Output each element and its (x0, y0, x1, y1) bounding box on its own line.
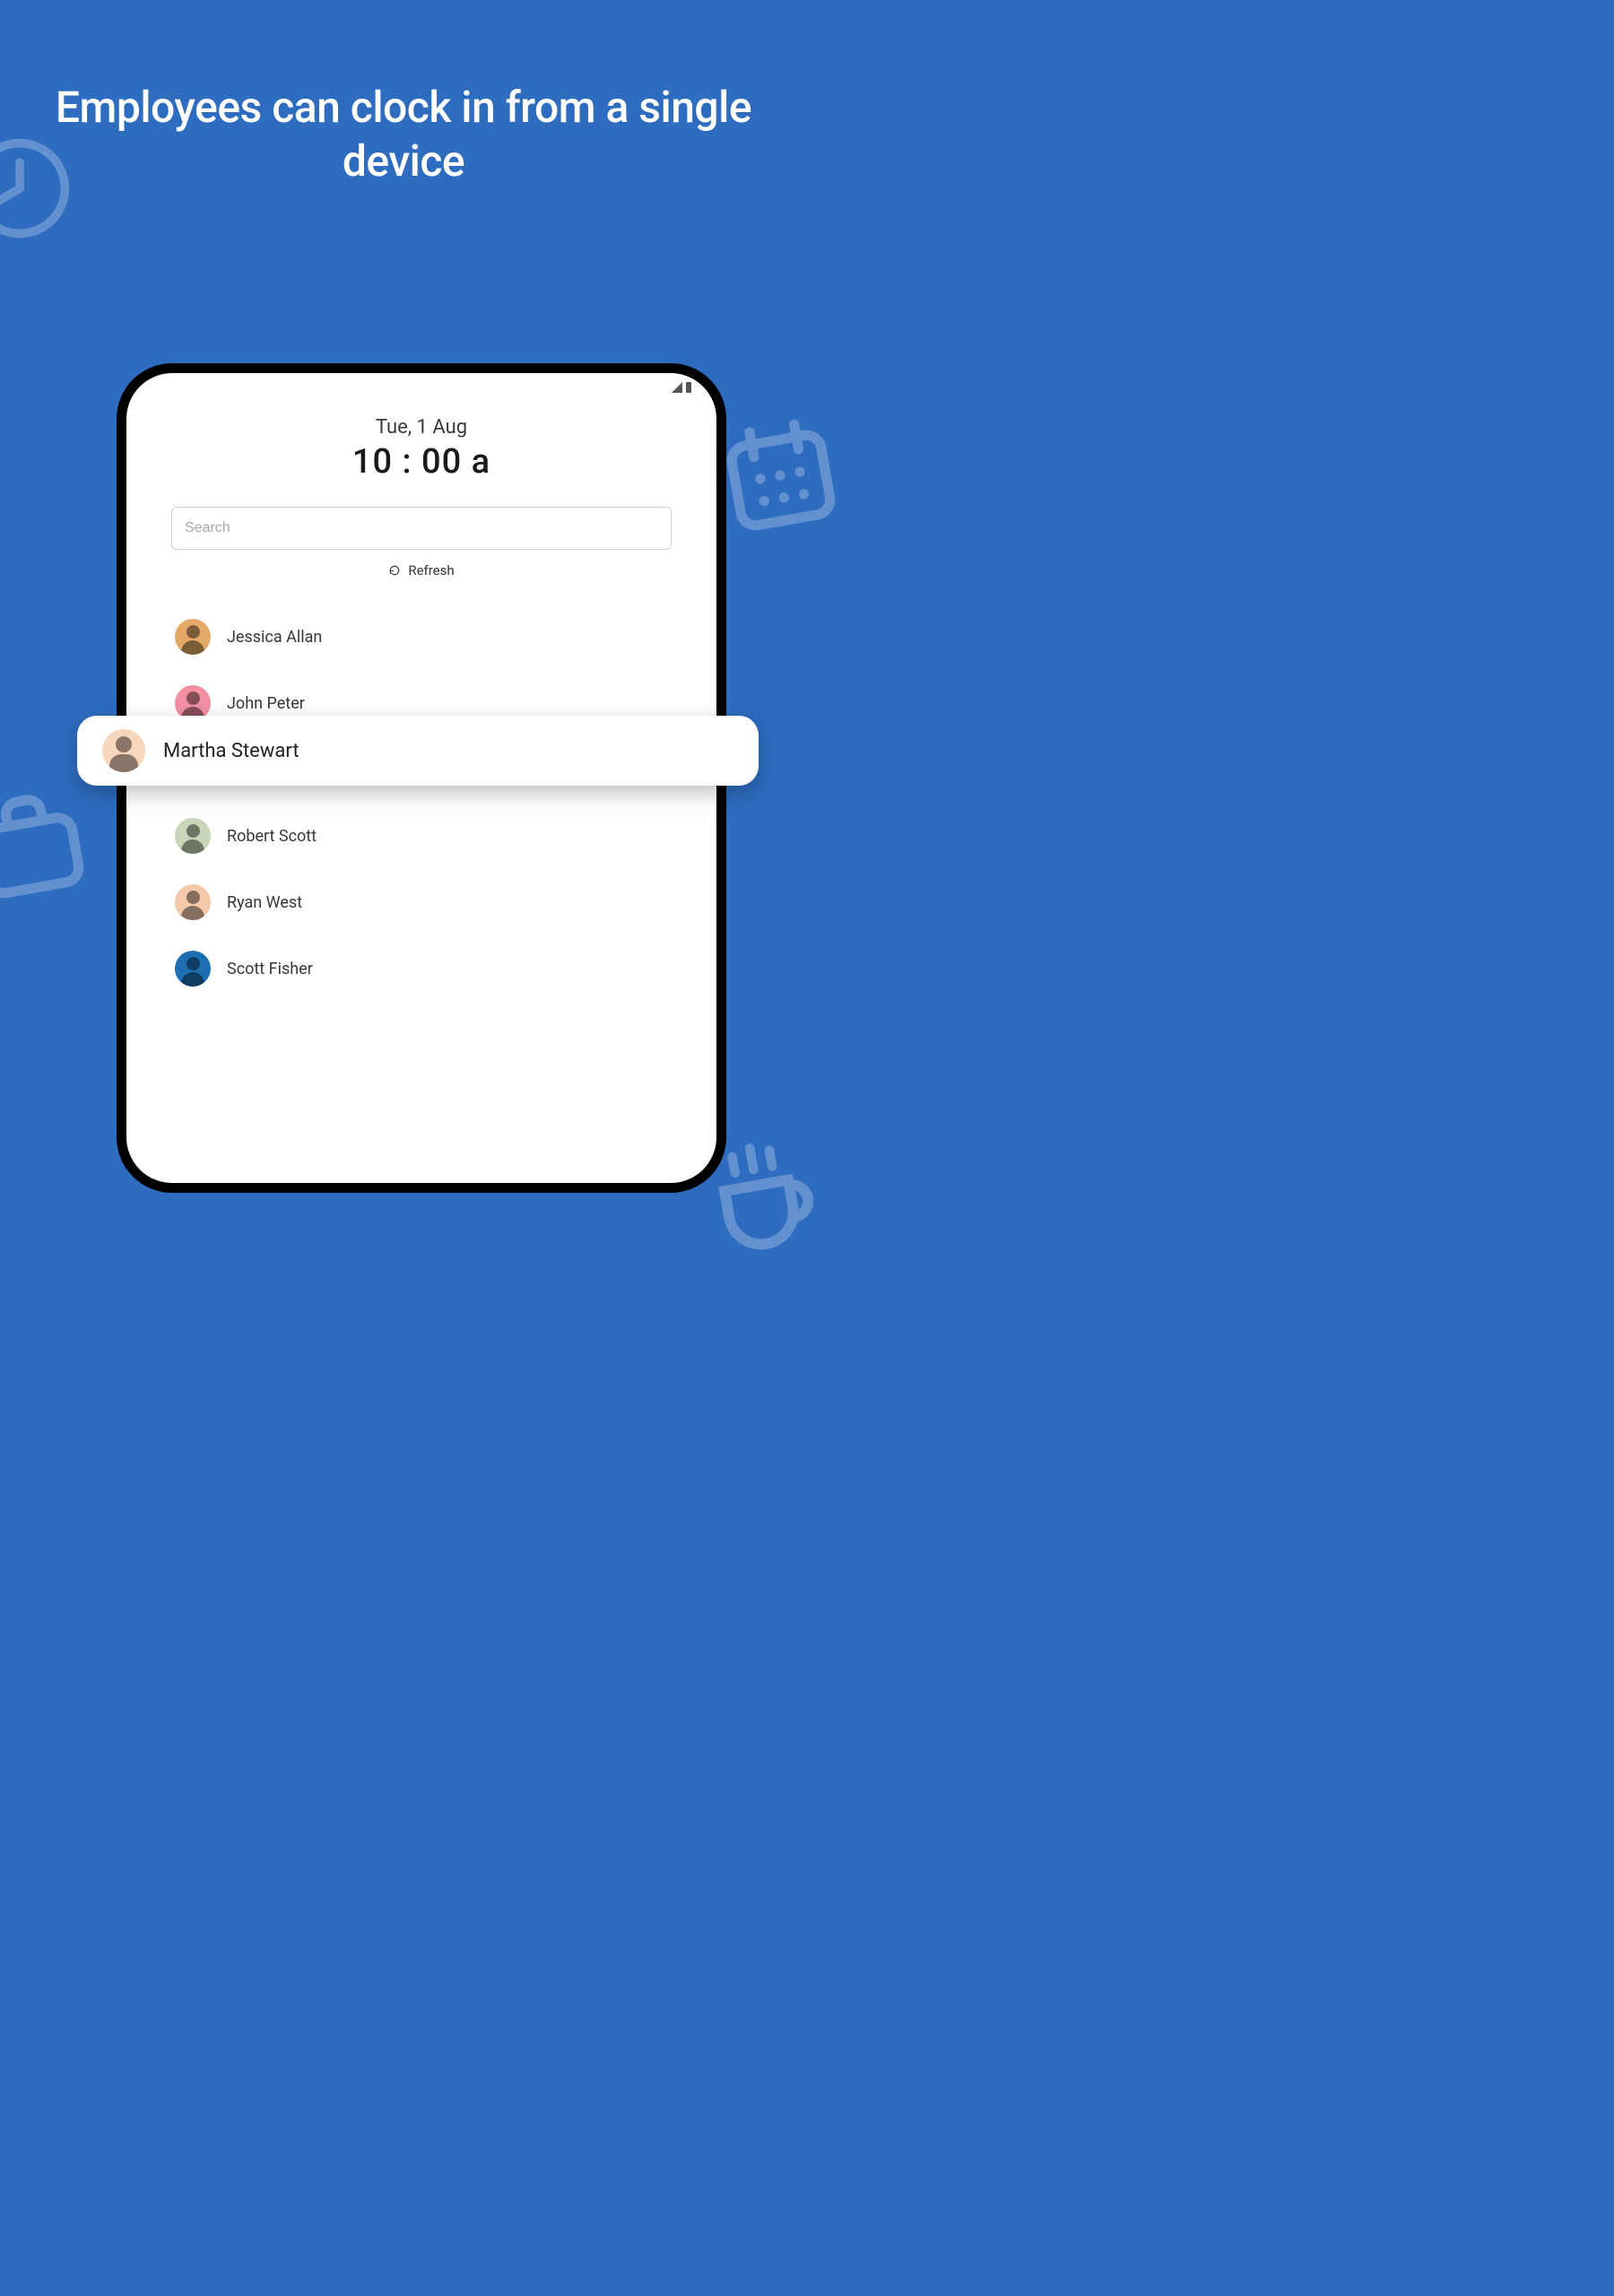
employee-name: Ryan West (227, 893, 302, 912)
employee-row-highlighted[interactable]: Martha Stewart (77, 716, 759, 786)
briefcase-icon (0, 770, 101, 916)
avatar (175, 818, 211, 854)
employee-name: Scott Fisher (227, 960, 313, 978)
employee-row[interactable]: Ryan West (171, 869, 672, 935)
avatar (175, 884, 211, 920)
employee-row[interactable]: Robert Scott (171, 803, 672, 869)
current-date: Tue, 1 Aug (171, 416, 672, 439)
search-input[interactable] (185, 520, 658, 536)
avatar (175, 619, 211, 655)
employee-name: John Peter (227, 694, 305, 713)
employee-name: Jessica Allan (227, 628, 322, 647)
avatar (102, 729, 145, 772)
clock-icon (0, 135, 74, 242)
battery-icon (686, 382, 691, 393)
page-headline: Employees can clock in from a single dev… (0, 81, 807, 188)
employee-list: Jessica Allan John Peter Robert Scott Ryan … (171, 604, 672, 1002)
current-time: 10 : 00 a (171, 442, 672, 482)
refresh-icon (388, 564, 401, 577)
device-status-bar (672, 382, 691, 393)
employee-row[interactable]: Scott Fisher (171, 935, 672, 1002)
employee-name: Robert Scott (227, 827, 317, 846)
refresh-label: Refresh (408, 562, 454, 578)
avatar (175, 951, 211, 987)
refresh-button[interactable]: Refresh (171, 562, 672, 578)
signal-icon (672, 382, 682, 393)
calendar-icon (707, 403, 853, 548)
employee-row[interactable]: Jessica Allan (171, 604, 672, 670)
employee-name: Martha Stewart (163, 740, 299, 762)
search-input-wrapper[interactable] (171, 507, 672, 550)
